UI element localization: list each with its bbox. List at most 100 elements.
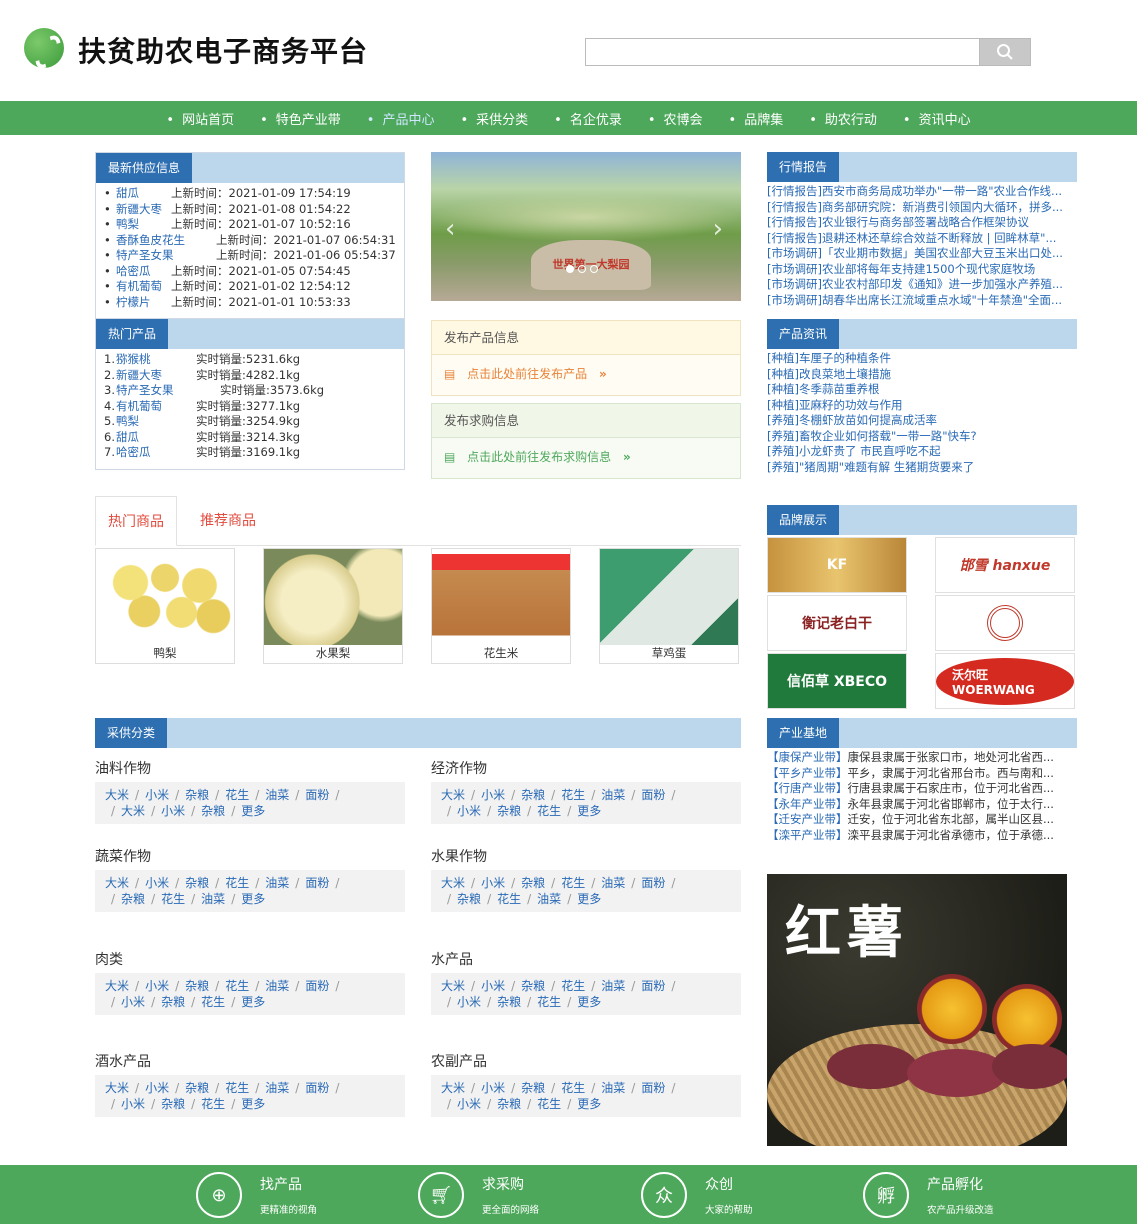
hot-product-link[interactable]: 新疆大枣 (116, 368, 196, 384)
list-item[interactable]: • 有机葡萄 上新时间：2021-01-02 12:54:12 (104, 279, 396, 295)
news-item[interactable]: [养殖]小龙虾贵了 市民直呼吃不起 (767, 444, 1077, 460)
news-item[interactable]: [市场调研]农业部将每年支持建1500个现代家庭牧场 (767, 262, 1077, 278)
banner-carousel[interactable]: 世界第一大梨园 ‹ › (431, 152, 741, 301)
category-link[interactable]: 杂粮 (497, 1097, 521, 1111)
hot-product-link[interactable]: 甜瓜 (116, 430, 196, 446)
category-link[interactable]: 面粉 (305, 1081, 329, 1095)
category-link[interactable]: 杂粮 (521, 979, 545, 993)
list-item[interactable]: • 哈密瓜 上新时间：2021-01-05 07:54:45 (104, 264, 396, 280)
base-tag-link[interactable]: 【康保产业带】 (767, 750, 848, 764)
category-link[interactable]: 花生 (201, 995, 225, 1009)
news-link[interactable]: [种植]亚麻籽的功效与作用 (767, 398, 902, 412)
news-link[interactable]: [行情报告]西安市商务局成功举办"一带一路"农业合作线... (767, 184, 1062, 198)
category-link[interactable]: 面粉 (641, 979, 665, 993)
news-item[interactable]: [行情报告]退耕还林还草综合效益不断释放 | 回眸林草"... (767, 231, 1077, 247)
category-link[interactable]: 面粉 (305, 979, 329, 993)
base-tag-link[interactable]: 【行唐产业带】 (767, 781, 848, 795)
category-link[interactable]: 花生 (161, 892, 185, 906)
nav-item-industry-belt[interactable]: 特色产业带 (247, 109, 354, 128)
category-link[interactable]: 油菜 (265, 979, 289, 993)
news-item[interactable]: [市场调研]「农业期市数据」美国农业部大豆玉米出口处... (767, 246, 1077, 262)
category-link[interactable]: 小米 (457, 995, 481, 1009)
category-link[interactable]: 杂粮 (185, 979, 209, 993)
category-link[interactable]: 油菜 (265, 788, 289, 802)
category-link[interactable]: 油菜 (601, 788, 625, 802)
category-link[interactable]: 杂粮 (121, 892, 145, 906)
news-item[interactable]: [养殖]冬棚虾放苗如何提高成活率 (767, 413, 1077, 429)
list-item[interactable]: • 甜瓜 上新时间：2021-01-09 17:54:19 (104, 186, 396, 202)
product-card[interactable]: 花生米 (431, 548, 571, 664)
news-item[interactable]: [行情报告]农业银行与商务部签署战略合作框架协议 (767, 215, 1077, 231)
product-card[interactable]: 草鸡蛋 (599, 548, 739, 664)
supply-item-link[interactable]: 香酥鱼皮花生 (116, 233, 216, 249)
list-item[interactable]: • 香酥鱼皮花生 上新时间：2021-01-07 06:54:31 (104, 233, 396, 249)
brand-logo[interactable]: 衡记老白干 (767, 595, 907, 651)
brand-logo[interactable]: 信佰草 XBECO (767, 653, 907, 709)
supply-item-link[interactable]: 有机葡萄 (116, 279, 171, 295)
category-link[interactable]: 花生 (537, 804, 561, 818)
news-link[interactable]: [养殖]"猪周期"难题有解 生猪期货要来了 (767, 460, 974, 474)
brand-logo[interactable]: 沃尔旺 WOERWANG (935, 653, 1075, 709)
category-link[interactable]: 油菜 (265, 876, 289, 890)
news-item[interactable]: [行情报告]西安市商务局成功举办"一带一路"农业合作线... (767, 184, 1077, 200)
nav-item-expo[interactable]: 农博会 (635, 109, 716, 128)
category-link[interactable]: 小米 (121, 995, 145, 1009)
hot-product-link[interactable]: 特产圣女果 (116, 383, 220, 399)
category-link[interactable]: 面粉 (641, 1081, 665, 1095)
carousel-prev-icon[interactable]: ‹ (445, 214, 455, 244)
category-link[interactable]: 面粉 (641, 788, 665, 802)
nav-item-brands[interactable]: 品牌集 (716, 109, 797, 128)
list-item[interactable]: • 鸭梨 上新时间：2021-01-07 10:52:16 (104, 217, 396, 233)
category-link[interactable]: 大米 (441, 788, 465, 802)
category-link[interactable]: 大米 (105, 788, 129, 802)
category-link[interactable]: 小米 (145, 979, 169, 993)
supply-item-link[interactable]: 哈密瓜 (116, 264, 171, 280)
nav-item-news[interactable]: 资讯中心 (890, 109, 984, 128)
publish-product-link[interactable]: ▤ 点击此处前往发布产品 » (432, 355, 740, 393)
category-link[interactable]: 花生 (201, 1097, 225, 1111)
category-link[interactable]: 油菜 (265, 1081, 289, 1095)
category-link[interactable]: 花生 (497, 892, 521, 906)
category-link[interactable]: 面粉 (305, 788, 329, 802)
news-link[interactable]: [市场调研]胡春华出席长江流域重点水域"十年禁渔"全面... (767, 293, 1062, 307)
supply-item-link[interactable]: 甜瓜 (116, 186, 171, 202)
category-link[interactable]: 杂粮 (161, 995, 185, 1009)
list-item[interactable]: 7. 哈密瓜 实时销量:3169.1kg (104, 445, 396, 461)
category-link[interactable]: 杂粮 (201, 804, 225, 818)
category-link[interactable]: 大米 (441, 979, 465, 993)
list-item[interactable]: 4. 有机葡萄 实时销量:3277.1kg (104, 399, 396, 415)
category-link[interactable]: 花生 (537, 1097, 561, 1111)
news-item[interactable]: [养殖]"猪周期"难题有解 生猪期货要来了 (767, 460, 1077, 476)
list-item[interactable]: 6. 甜瓜 实时销量:3214.3kg (104, 430, 396, 446)
category-link[interactable]: 小米 (161, 804, 185, 818)
nav-item-home[interactable]: 网站首页 (153, 109, 247, 128)
carousel-next-icon[interactable]: › (713, 214, 723, 244)
news-item[interactable]: [养殖]畜牧企业如何搭载"一带一路"快车? (767, 429, 1077, 445)
category-link[interactable]: 小米 (481, 788, 505, 802)
footer-crowd[interactable]: 众 众创 大家的帮助 (641, 1172, 753, 1218)
category-link[interactable]: 油菜 (201, 892, 225, 906)
news-link[interactable]: [养殖]小龙虾贵了 市民直呼吃不起 (767, 444, 941, 458)
category-link[interactable]: 面粉 (641, 876, 665, 890)
brand-logo[interactable] (935, 595, 1075, 651)
category-link[interactable]: 油菜 (601, 1081, 625, 1095)
category-link[interactable]: 大米 (105, 876, 129, 890)
search-input[interactable] (585, 38, 980, 66)
industry-base-item[interactable]: 【永年产业带】永年县隶属于河北省邯郸市，位于太行... (767, 797, 1077, 813)
news-item[interactable]: [种植]冬季蒜苗重养根 (767, 382, 1077, 398)
industry-base-item[interactable]: 【迁安产业带】迁安，位于河北省东北部，属半山区县... (767, 812, 1077, 828)
category-link[interactable]: 面粉 (305, 876, 329, 890)
base-tag-link[interactable]: 【平乡产业带】 (767, 766, 848, 780)
supply-item-link[interactable]: 特产圣女果 (116, 248, 216, 264)
product-card[interactable]: 鸭梨 (95, 548, 235, 664)
list-item[interactable]: 5. 鸭梨 实时销量:3254.9kg (104, 414, 396, 430)
promo-image[interactable]: 红薯 (767, 874, 1067, 1146)
hot-product-link[interactable]: 哈密瓜 (116, 445, 196, 461)
supply-item-link[interactable]: 新疆大枣 (116, 202, 171, 218)
supply-item-link[interactable]: 柠檬片 (116, 295, 171, 311)
category-link[interactable]: 花生 (225, 979, 249, 993)
category-link[interactable]: 小米 (457, 1097, 481, 1111)
category-link[interactable]: 小米 (457, 804, 481, 818)
category-link[interactable]: 杂粮 (497, 804, 521, 818)
hot-product-link[interactable]: 猕猴桃 (116, 352, 196, 368)
